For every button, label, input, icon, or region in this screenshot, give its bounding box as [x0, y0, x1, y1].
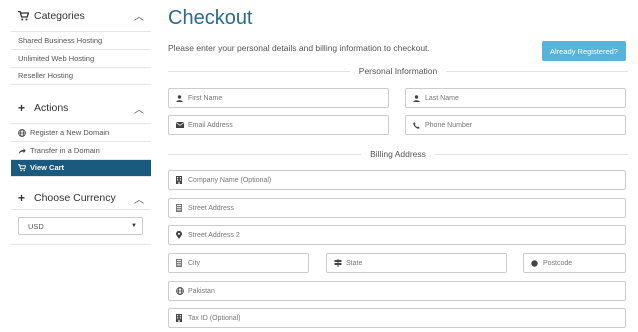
action-view-cart[interactable]: View Cart: [11, 159, 151, 177]
building-icon: [176, 204, 188, 212]
cart-icon: [18, 10, 31, 21]
billing-address-heading: Billing Address: [168, 149, 629, 159]
sidebar: Categories ︿ Shared Business Hosting Unl…: [11, 0, 151, 245]
category-item-shared-business-hosting[interactable]: Shared Business Hosting: [11, 31, 151, 49]
currency-title: Choose Currency: [34, 192, 116, 204]
category-item-unlimited-web-hosting[interactable]: Unlimited Web Hosting: [11, 49, 151, 67]
categories-title: Categories: [34, 9, 85, 22]
building-icon: [176, 314, 188, 322]
category-item-reseller-hosting[interactable]: Reseller Hosting: [11, 67, 151, 85]
envelope-icon: [176, 122, 188, 128]
cart-icon: [18, 164, 30, 172]
phone-icon: [413, 121, 425, 129]
company-name-field[interactable]: Company Name (Optional): [168, 170, 626, 190]
user-icon: [413, 94, 425, 102]
intro-text: Please enter your personal details and b…: [168, 43, 430, 53]
plus-icon: +: [18, 101, 26, 115]
categories-list: Shared Business Hosting Unlimited Web Ho…: [11, 31, 151, 85]
signpost-icon: [334, 259, 346, 267]
actions-title: Actions: [34, 102, 69, 114]
building-icon: [176, 259, 188, 267]
divider: [11, 244, 151, 245]
caret-down-icon: ▼: [131, 223, 137, 229]
first-name-field[interactable]: First Name: [168, 88, 389, 108]
tax-id-field[interactable]: Tax ID (Optional): [168, 308, 626, 328]
globe-icon: [176, 287, 188, 295]
currency-select[interactable]: USD ▼: [18, 217, 143, 235]
chevron-up-icon[interactable]: ︿: [133, 191, 145, 206]
actions-panel-header[interactable]: + Actions ︿: [11, 93, 151, 123]
state-field[interactable]: State: [326, 253, 507, 273]
circle-icon: [531, 259, 543, 267]
city-field[interactable]: City: [168, 253, 309, 273]
currency-panel-header[interactable]: + Choose Currency ︿: [11, 187, 151, 209]
share-arrow-icon: [18, 147, 30, 155]
street-address-field[interactable]: Street Address: [168, 198, 626, 218]
already-registered-button[interactable]: Already Registered?: [542, 41, 626, 61]
postcode-field[interactable]: Postcode: [523, 253, 626, 273]
building-icon: [176, 176, 188, 184]
action-register-domain[interactable]: Register a New Domain: [11, 123, 151, 141]
last-name-field[interactable]: Last Name: [405, 88, 626, 108]
chevron-up-icon[interactable]: ︿: [133, 8, 145, 23]
plus-icon: +: [18, 191, 26, 205]
phone-field[interactable]: Phone Number: [405, 115, 626, 135]
map-marker-icon: [176, 231, 188, 239]
country-select[interactable]: Pakistan: [168, 281, 626, 301]
user-icon: [176, 94, 188, 102]
email-field[interactable]: Email Address: [168, 115, 389, 135]
actions-list: Register a New Domain Transfer in a Doma…: [11, 123, 151, 177]
globe-icon: [18, 128, 30, 137]
chevron-up-icon[interactable]: ︿: [133, 101, 145, 116]
page-title: Checkout: [168, 7, 253, 29]
action-transfer-domain[interactable]: Transfer in a Domain: [11, 141, 151, 159]
categories-panel-header[interactable]: Categories ︿: [11, 0, 151, 31]
personal-info-heading: Personal Information: [168, 66, 628, 76]
street-address-2-field[interactable]: Street Address 2: [168, 225, 626, 245]
